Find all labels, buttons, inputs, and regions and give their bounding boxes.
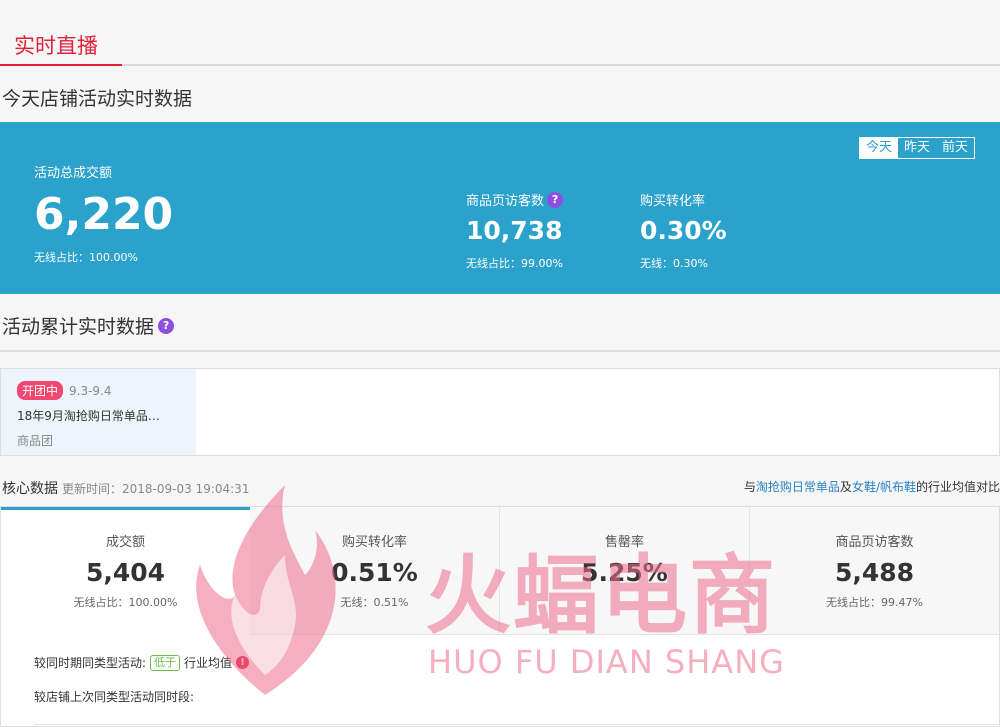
core-updated-time: 更新时间：2018-09-03 19:04:31 xyxy=(62,482,250,496)
visitors-value: 10,738 xyxy=(466,216,563,245)
conversion-label: 购买转化率 xyxy=(640,194,706,209)
warning-icon[interactable]: ! xyxy=(236,656,250,669)
core-metric-sub: 无线占比：99.47% xyxy=(826,596,923,609)
compare-link-category[interactable]: 淘抢购日常单品 xyxy=(756,480,840,494)
core-metric-value: 0.51% xyxy=(331,558,418,587)
tab-realtime-live[interactable]: 实时直播 xyxy=(0,30,122,66)
activity-name: 18年9月淘抢购日常单品… xyxy=(17,409,160,423)
today-metrics-panel: 今天 昨天 前天 活动总成交额 6,220 无线占比：100.00% 商品页访客… xyxy=(0,122,1000,294)
conversion-metric: 购买转化率 0.30% 无线：0.30% xyxy=(640,190,727,271)
conversion-wireless: 无线：0.30% xyxy=(640,257,708,270)
core-data-title: 核心数据 xyxy=(2,481,58,497)
day-switch: 今天 昨天 前天 xyxy=(858,137,975,159)
divider xyxy=(34,724,1000,725)
compare-suffix: 的行业均值对比 xyxy=(915,480,1000,494)
cumulative-title-text: 活动累计实时数据 xyxy=(2,316,155,338)
core-metric-label: 成交额 xyxy=(105,535,145,550)
visitors-wireless: 无线占比：99.00% xyxy=(466,257,563,270)
total-sales-label: 活动总成交额 xyxy=(34,166,113,181)
tab-bar: 实时直播 xyxy=(0,0,1000,66)
activity-list: 开团中 9.3-9.4 18年9月淘抢购日常单品… 商品团 xyxy=(0,368,1000,456)
visitors-metric: 商品页访客数 ? 10,738 无线占比：99.00% xyxy=(466,190,564,271)
core-metric-label: 售罄率 xyxy=(604,535,644,550)
core-tab-conversion[interactable]: 购买转化率 0.51% 无线：0.51% xyxy=(250,507,500,635)
conversion-value: 0.30% xyxy=(640,216,727,245)
core-tab-sales[interactable]: 成交额 5,404 无线占比：100.00% xyxy=(1,507,251,635)
core-metric-label: 商品页访客数 xyxy=(835,535,914,550)
compare-row-label: 较店铺上次同类型活动同时段: xyxy=(34,690,195,704)
visitors-label-text: 商品页访客数 xyxy=(466,194,545,209)
status-badge: 开团中 xyxy=(17,381,64,400)
help-icon[interactable]: ? xyxy=(158,317,175,334)
compare-row-same-period: 较同时期同类型活动: 低于 行业均值 ! xyxy=(34,654,250,671)
total-sales-value: 6,220 xyxy=(34,189,174,240)
core-tab-visitors[interactable]: 商品页访客数 5,488 无线占比：99.47% xyxy=(750,507,999,635)
day-switch-day-before[interactable]: 前天 xyxy=(936,138,974,158)
compare-row-suffix: 行业均值 xyxy=(184,656,233,670)
day-switch-today[interactable]: 今天 xyxy=(859,138,898,158)
core-metric-sub: 无线：0.51% xyxy=(340,596,409,609)
compare-row-last-activity: 较店铺上次同类型活动同时段: xyxy=(34,688,194,705)
core-metric-value: 5,488 xyxy=(834,558,915,587)
total-sales-wireless: 无线占比：100.00% xyxy=(34,251,138,264)
today-section-title: 今天店铺活动实时数据 xyxy=(2,88,193,110)
activity-date-range: 9.3-9.4 xyxy=(69,383,112,398)
core-metric-value: 5,404 xyxy=(85,558,166,587)
visitors-label: 商品页访客数 ? xyxy=(466,190,564,209)
compare-prefix: 与 xyxy=(743,480,756,494)
total-sales-metric: 活动总成交额 6,220 无线占比：100.00% xyxy=(34,162,173,265)
activity-type: 商品团 xyxy=(17,434,54,448)
cumulative-section-title: 活动累计实时数据 ? xyxy=(2,312,175,339)
below-badge: 低于 xyxy=(150,654,181,671)
core-data-header: 核心数据 更新时间：2018-09-03 19:04:31 与淘抢购日常单品及女鞋… xyxy=(2,478,1000,498)
section-divider xyxy=(0,350,1000,352)
compare-mid: 及 xyxy=(839,480,852,494)
core-tab-sellthrough[interactable]: 售罄率 5.25% xyxy=(500,507,750,635)
day-switch-yesterday[interactable]: 昨天 xyxy=(898,138,936,158)
activity-item[interactable]: 开团中 9.3-9.4 18年9月淘抢购日常单品… 商品团 xyxy=(1,369,196,455)
compare-row-label: 较同时期同类型活动: xyxy=(34,656,147,670)
compare-link-industry[interactable]: 女鞋/帆布鞋 xyxy=(852,480,916,494)
core-metric-label: 购买转化率 xyxy=(341,535,407,550)
help-icon[interactable]: ? xyxy=(547,191,564,208)
industry-compare-text: 与淘抢购日常单品及女鞋/帆布鞋的行业均值对比 xyxy=(744,478,1000,495)
core-metric-sub: 无线占比：100.00% xyxy=(73,596,178,609)
core-metric-value: 5.25% xyxy=(581,558,668,587)
